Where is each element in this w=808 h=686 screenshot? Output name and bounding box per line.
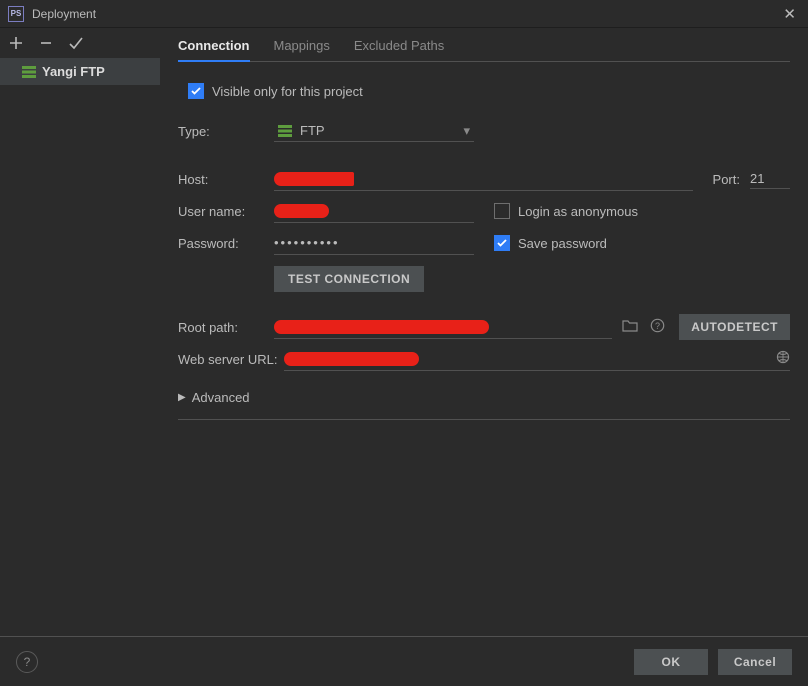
connection-form: Visible only for this project Type: FTP … [178,62,790,420]
redacted-host [274,172,354,186]
cancel-button[interactable]: Cancel [718,649,792,675]
root-path-label: Root path: [178,320,274,335]
autodetect-button[interactable]: Autodetect [679,314,790,340]
password-input[interactable]: •••••••••• [274,231,474,255]
visible-only-label: Visible only for this project [212,84,363,99]
redacted-web-url [284,352,419,366]
tab-excluded-paths[interactable]: Excluded Paths [354,38,444,61]
svg-text:?: ? [655,321,660,331]
web-url-input[interactable] [284,347,790,371]
main-panel: Connection Mappings Excluded Paths Visib… [160,28,808,636]
browse-folder-icon[interactable] [622,319,638,335]
add-server-button[interactable] [6,33,26,53]
advanced-label: Advanced [192,390,250,405]
help-button[interactable]: ? [16,651,38,673]
ok-button[interactable]: OK [634,649,708,675]
redacted-root-path [274,320,489,334]
redacted-username [274,204,329,218]
host-label: Host: [178,172,274,187]
window-title: Deployment [32,7,96,21]
set-default-button[interactable] [66,33,86,53]
type-value: FTP [300,123,325,138]
server-name: Yangi FTP [42,64,105,79]
globe-icon[interactable] [776,350,790,367]
type-combo[interactable]: FTP ▾ [274,121,474,142]
deployment-dialog: PS Deployment ✕ [0,0,808,686]
password-label: Password: [178,236,274,251]
titlebar: PS Deployment ✕ [0,0,808,28]
help-icon[interactable]: ? [650,318,665,336]
save-password-checkbox[interactable] [494,235,510,251]
sidebar: Yangi FTP [0,28,160,636]
port-label: Port: [713,172,740,187]
ftp-type-icon [278,125,292,137]
test-connection-button[interactable]: Test Connection [274,266,424,292]
sidebar-server-item[interactable]: Yangi FTP [0,58,160,85]
tab-connection[interactable]: Connection [178,38,250,61]
visible-only-checkbox[interactable] [188,83,204,99]
expand-triangle-icon: ▶ [178,392,186,403]
host-input[interactable] [274,167,693,191]
dialog-footer: ? OK Cancel [0,636,808,686]
sidebar-toolbar [0,28,160,58]
remove-server-button[interactable] [36,33,56,53]
type-label: Type: [178,124,274,139]
save-password-label: Save password [518,236,607,251]
tabs: Connection Mappings Excluded Paths [178,28,790,62]
port-input[interactable]: 21 [750,169,790,189]
username-input[interactable] [274,199,474,223]
ftp-server-icon [22,66,36,78]
web-url-label: Web server URL: [178,352,284,367]
root-path-input[interactable] [274,315,612,339]
advanced-toggle[interactable]: ▶ Advanced [178,376,790,420]
app-logo-icon: PS [8,6,24,22]
close-icon[interactable]: ✕ [779,1,800,27]
login-anonymous-label: Login as anonymous [518,204,638,219]
username-label: User name: [178,204,274,219]
tab-mappings[interactable]: Mappings [274,38,330,61]
login-anonymous-checkbox[interactable] [494,203,510,219]
chevron-down-icon: ▾ [463,123,470,139]
